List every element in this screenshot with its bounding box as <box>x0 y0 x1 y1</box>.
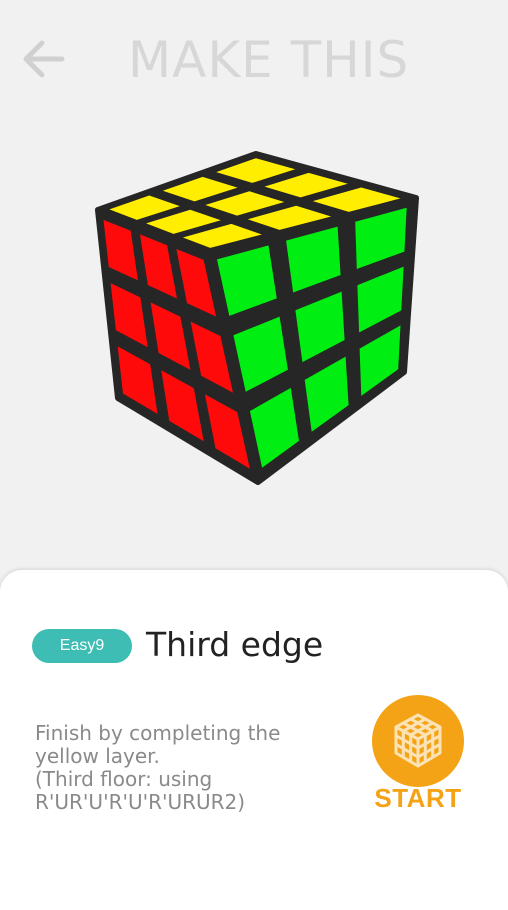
rubiks-cube-icon <box>95 151 419 485</box>
header: MAKE THIS <box>0 0 508 120</box>
arrow-left-icon <box>23 40 65 78</box>
step-description: Finish by completing the yellow layer. (… <box>35 722 335 814</box>
start-button[interactable]: START <box>368 695 468 825</box>
page-title: MAKE THIS <box>128 31 410 89</box>
description-line: R'UR'U'R'U'R'URUR2) <box>35 790 246 814</box>
description-line: Finish by completing the <box>35 721 281 745</box>
start-button-circle[interactable] <box>372 695 464 787</box>
cube-illustration <box>80 140 430 500</box>
step-title: Third edge <box>146 625 324 664</box>
difficulty-badge: Easy9 <box>32 629 132 663</box>
description-line: (Third floor: using <box>35 767 213 791</box>
description-line: yellow layer. <box>35 744 160 768</box>
back-button[interactable] <box>18 34 68 84</box>
cube-icon <box>394 713 442 768</box>
start-label[interactable]: START <box>368 783 468 814</box>
